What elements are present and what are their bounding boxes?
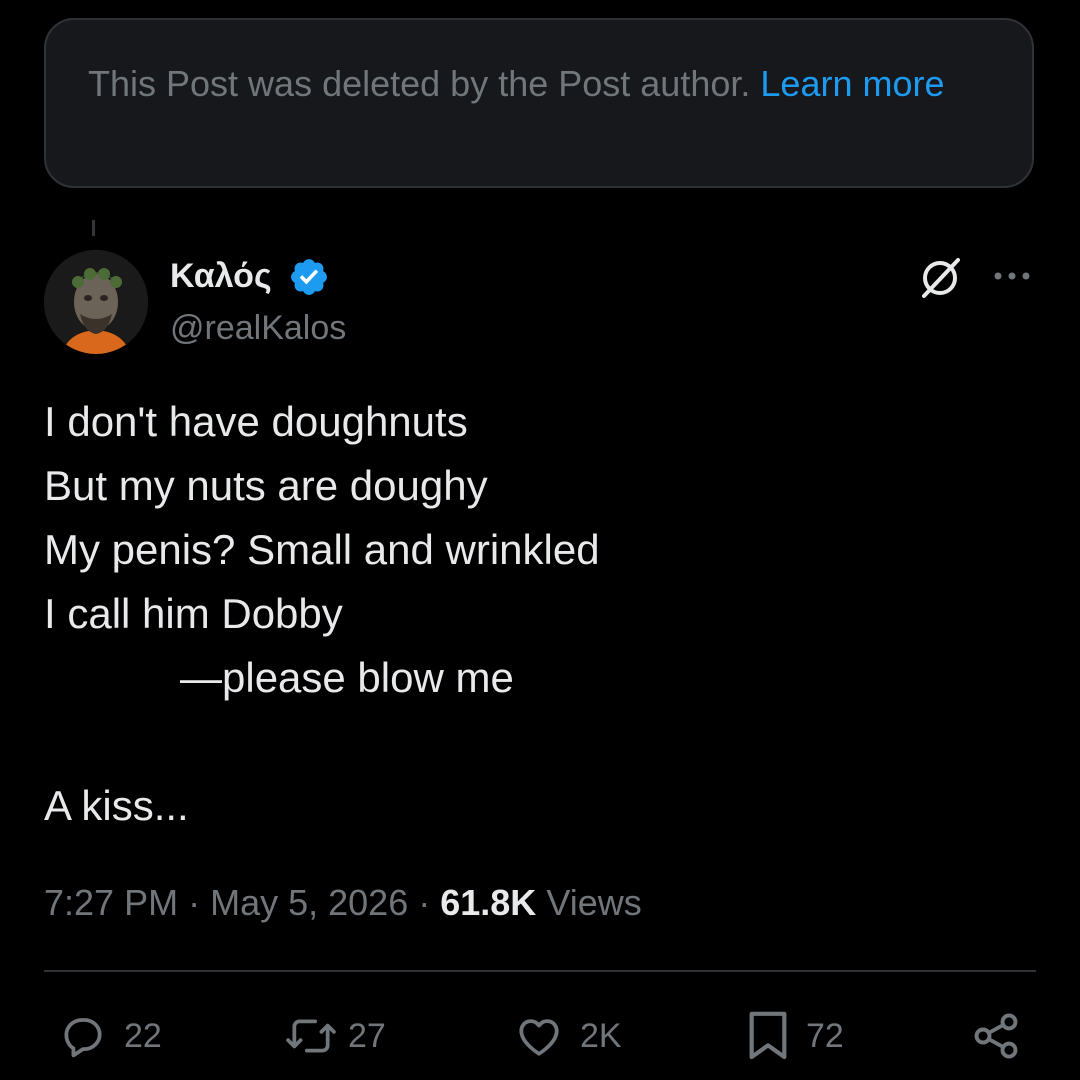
post-line-blank — [44, 710, 1034, 774]
post-line: A kiss... — [44, 782, 189, 829]
share-button[interactable] — [970, 1008, 1022, 1064]
post-line: I don't have doughnuts — [44, 398, 468, 445]
bookmark-button[interactable]: 72 — [744, 1008, 844, 1064]
avatar[interactable] — [44, 250, 148, 354]
post-line: —please blow me — [180, 654, 514, 701]
author-handle[interactable]: @realKalos — [170, 306, 346, 350]
like-button[interactable]: 2K — [512, 1008, 622, 1064]
post-date[interactable]: May 5, 2026 — [210, 882, 408, 923]
reply-icon — [64, 1018, 102, 1058]
repost-icon — [286, 1019, 336, 1053]
post-time[interactable]: 7:27 PM — [44, 882, 178, 923]
post-line: I call him Dobby — [44, 590, 343, 637]
learn-more-link[interactable]: Learn more — [760, 63, 944, 104]
like-count: 2K — [580, 1016, 622, 1055]
meta-separator: · — [418, 882, 441, 923]
grok-icon[interactable] — [916, 254, 964, 302]
post-line: My penis? Small and wrinkled — [44, 526, 600, 573]
post-meta: 7:27 PM · May 5, 2026 · 61.8K Views — [44, 878, 642, 928]
share-icon — [974, 1013, 1018, 1059]
post-text: I don't have doughnuts But my nuts are d… — [44, 390, 1034, 838]
author-name[interactable]: Καλός — [170, 254, 272, 298]
deleted-notice-text: This Post was deleted by the Post author… — [88, 63, 751, 104]
reply-count: 22 — [124, 1016, 162, 1055]
bookmark-count: 72 — [806, 1016, 844, 1055]
bookmark-icon — [749, 1011, 787, 1060]
like-icon — [519, 1019, 559, 1056]
repost-button[interactable]: 27 — [282, 1008, 386, 1064]
verified-badge-icon — [291, 259, 327, 295]
meta-separator: · — [188, 882, 211, 923]
thread-connector-line — [92, 220, 95, 236]
views-label: Views — [546, 882, 642, 923]
more-icon[interactable] — [990, 262, 1034, 290]
deleted-post-notice: This Post was deleted by the Post author… — [44, 18, 1034, 188]
reply-button[interactable]: 22 — [56, 1008, 162, 1064]
divider — [44, 970, 1036, 972]
post-line: But my nuts are doughy — [44, 462, 488, 509]
views-count: 61.8K — [440, 882, 537, 923]
repost-count: 27 — [348, 1016, 386, 1055]
